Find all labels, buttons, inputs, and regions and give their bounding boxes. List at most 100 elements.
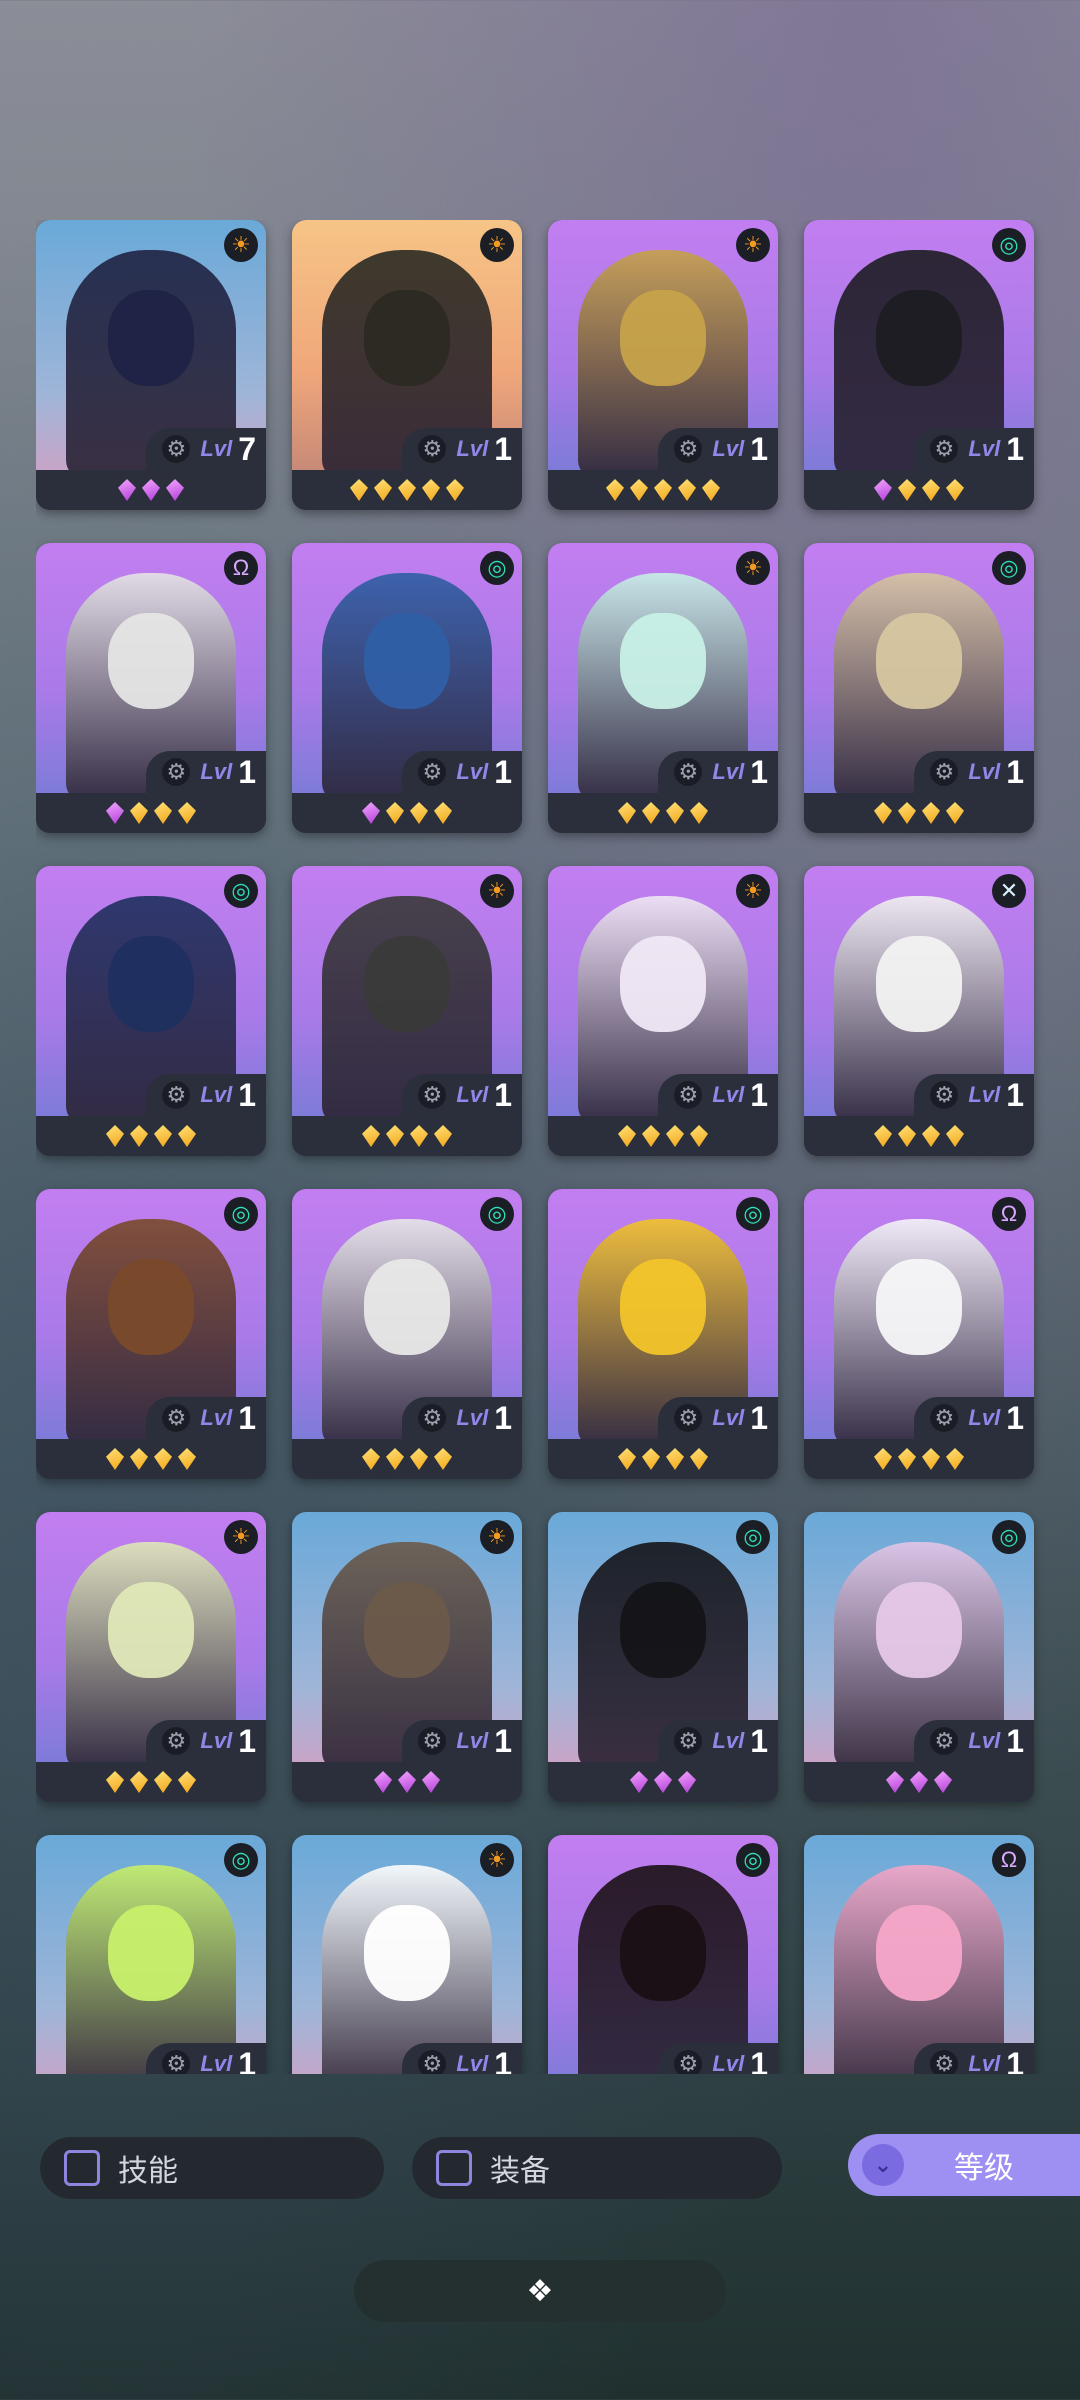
level-strip: ⚙ Lvl 1: [914, 2043, 1034, 2074]
gold-gem-icon: [618, 802, 636, 824]
gold-gem-icon: [106, 1125, 124, 1147]
level-strip: ⚙ Lvl 1: [402, 428, 522, 470]
hero-card[interactable]: ✕ ⚙ Lvl 1: [804, 866, 1034, 1156]
level-number: 1: [1006, 753, 1024, 790]
gear-icon: ⚙: [418, 1727, 447, 1755]
wind-element-icon: ◎: [224, 1843, 258, 1877]
gold-gem-icon: [642, 1448, 660, 1470]
hero-card[interactable]: Ω ⚙ Lvl 1: [804, 1189, 1034, 1479]
level-label: Lvl: [712, 1728, 745, 1753]
gold-gem-icon: [898, 1448, 916, 1470]
sort-level-button[interactable]: ⌄ 等级: [848, 2134, 1080, 2196]
purple-gem-icon: [654, 1771, 672, 1793]
purple-gem-icon: [422, 1771, 440, 1793]
hero-face: [876, 613, 962, 709]
sort-level-label: 等级: [954, 2152, 1014, 2185]
level-strip: ⚙ Lvl 1: [914, 428, 1034, 470]
hero-card[interactable]: ◎ ⚙ Lvl 1: [36, 1835, 266, 2074]
gold-gem-icon: [386, 1125, 404, 1147]
hero-face: [364, 1582, 450, 1678]
hero-card[interactable]: ☀ ⚙ Lvl 1: [548, 220, 778, 510]
hero-card[interactable]: ☀ ⚙ Lvl 1: [292, 1835, 522, 2074]
hero-card[interactable]: ◎ ⚙ Lvl 1: [548, 1835, 778, 2074]
hero-card[interactable]: ☀ ⚙ Lvl 1: [292, 1512, 522, 1802]
level-strip: ⚙ Lvl 1: [658, 2043, 778, 2074]
hero-face: [876, 1582, 962, 1678]
hero-face: [876, 1905, 962, 2001]
hero-face: [620, 613, 706, 709]
hero-card[interactable]: ◎ ⚙ Lvl 1: [548, 1512, 778, 1802]
hero-face: [620, 1905, 706, 2001]
gold-gem-icon: [874, 802, 892, 824]
level-label: Lvl: [200, 1405, 233, 1430]
gold-gem-icon: [702, 479, 720, 501]
purple-gem-icon: [398, 1771, 416, 1793]
gold-gem-icon: [410, 1448, 428, 1470]
level-strip: ⚙ Lvl 1: [146, 1720, 266, 1762]
hero-card[interactable]: ◎ ⚙ Lvl 1: [804, 543, 1034, 833]
skill-filter[interactable]: 技能: [40, 2137, 384, 2199]
purple-gem-icon: [166, 479, 184, 501]
level-strip: ⚙ Lvl 1: [402, 2043, 522, 2074]
omega-element-icon: Ω: [992, 1843, 1026, 1877]
gold-gem-icon: [130, 1771, 148, 1793]
purple-gem-icon: [362, 802, 380, 824]
hero-card[interactable]: Ω ⚙ Lvl 1: [36, 543, 266, 833]
hero-face: [108, 290, 194, 386]
rank-gems: [804, 1116, 1034, 1156]
hero-face: [364, 613, 450, 709]
hero-card[interactable]: Ω ⚙ Lvl 1: [804, 1835, 1034, 2074]
hero-card[interactable]: ☀ ⚙ Lvl 1: [36, 1512, 266, 1802]
level-number: 1: [750, 753, 768, 790]
gold-gem-icon: [922, 479, 940, 501]
level-label: Lvl: [968, 1405, 1001, 1430]
level-label: Lvl: [200, 1728, 233, 1753]
rank-gems: [548, 1439, 778, 1479]
level-number: 1: [238, 1399, 256, 1436]
hero-card[interactable]: ◎ ⚙ Lvl 1: [36, 866, 266, 1156]
rank-gems: [292, 1439, 522, 1479]
hero-face: [108, 936, 194, 1032]
hero-card[interactable]: ◎ ⚙ Lvl 1: [36, 1189, 266, 1479]
level-strip: ⚙ Lvl 1: [146, 2043, 266, 2074]
hero-card[interactable]: ◎ ⚙ Lvl 1: [292, 1189, 522, 1479]
gear-icon: ⚙: [930, 1404, 959, 1432]
hero-face: [620, 936, 706, 1032]
level-number: 1: [494, 753, 512, 790]
gold-gem-icon: [154, 1125, 172, 1147]
skill-checkbox[interactable]: [64, 2150, 100, 2186]
hero-card[interactable]: ◎ ⚙ Lvl 1: [804, 220, 1034, 510]
gear-icon: ⚙: [674, 1404, 703, 1432]
gold-gem-icon: [434, 802, 452, 824]
gold-gem-icon: [178, 802, 196, 824]
gear-icon: ⚙: [674, 758, 703, 786]
gear-icon: ⚙: [674, 1727, 703, 1755]
hero-card[interactable]: ☀ ⚙ Lvl 1: [548, 866, 778, 1156]
hero-card[interactable]: ◎ ⚙ Lvl 1: [548, 1189, 778, 1479]
gold-gem-icon: [618, 1448, 636, 1470]
level-strip: ⚙ Lvl 1: [402, 1397, 522, 1439]
gear-icon: ⚙: [162, 1404, 191, 1432]
hero-card[interactable]: ◎ ⚙ Lvl 1: [292, 543, 522, 833]
hero-card[interactable]: ☀ ⚙ Lvl 7: [36, 220, 266, 510]
gold-gem-icon: [690, 802, 708, 824]
gold-gem-icon: [130, 1448, 148, 1470]
level-label: Lvl: [456, 1728, 489, 1753]
equipment-checkbox[interactable]: [436, 2150, 472, 2186]
hero-card[interactable]: ◎ ⚙ Lvl 1: [804, 1512, 1034, 1802]
hero-card[interactable]: ☀ ⚙ Lvl 1: [548, 543, 778, 833]
bottom-toggle-button[interactable]: ❖: [354, 2260, 726, 2322]
gold-gem-icon: [398, 479, 416, 501]
hero-face: [876, 936, 962, 1032]
hero-card[interactable]: ☀ ⚙ Lvl 1: [292, 866, 522, 1156]
level-strip: ⚙ Lvl 1: [914, 1074, 1034, 1116]
equipment-filter[interactable]: 装备: [412, 2137, 782, 2199]
level-strip: ⚙ Lvl 1: [914, 751, 1034, 793]
gold-gem-icon: [946, 479, 964, 501]
gold-gem-icon: [666, 1448, 684, 1470]
rank-gems: [292, 470, 522, 510]
hero-card[interactable]: ☀ ⚙ Lvl 1: [292, 220, 522, 510]
level-number: 1: [494, 430, 512, 467]
wind-element-icon: ◎: [224, 1197, 258, 1231]
sun-element-icon: ☀: [736, 874, 770, 908]
